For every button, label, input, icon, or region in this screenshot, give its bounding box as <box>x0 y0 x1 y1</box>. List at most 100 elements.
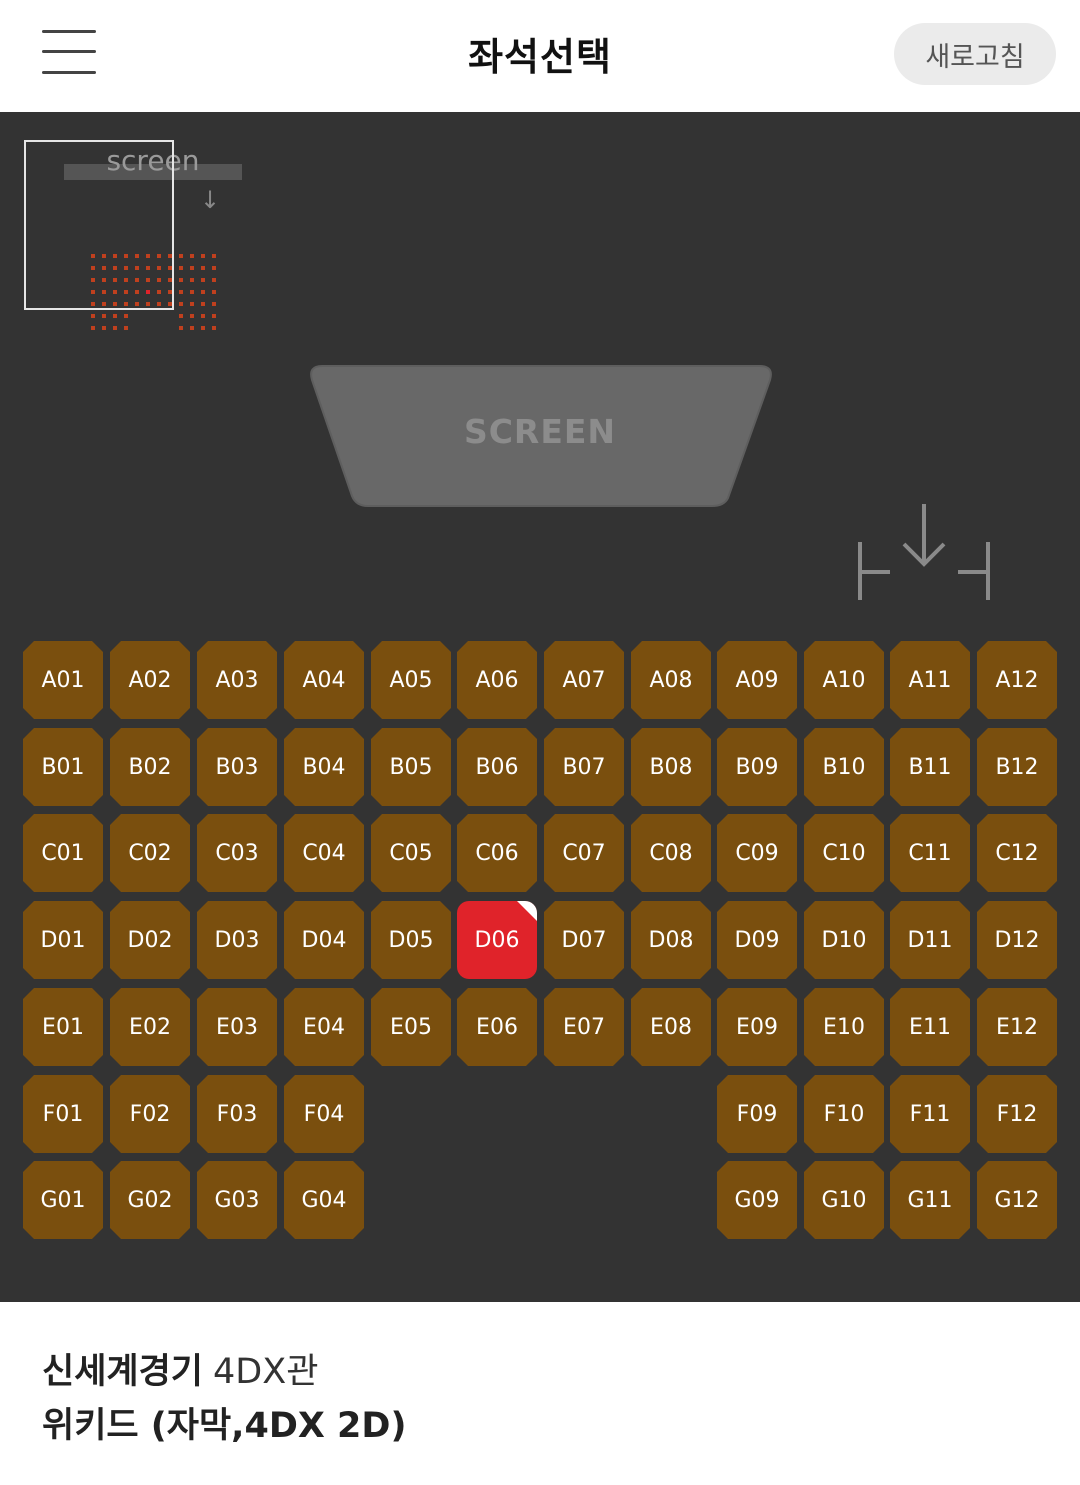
seat-d06[interactable]: D06 <box>457 901 537 979</box>
seat-a07[interactable]: A07 <box>544 641 624 719</box>
seat-a05[interactable]: A05 <box>371 641 451 719</box>
seat-b09[interactable]: B09 <box>717 728 797 806</box>
minimap-seat-dot <box>124 314 128 318</box>
seat-d08[interactable]: D08 <box>631 901 711 979</box>
seat-d11[interactable]: D11 <box>890 901 970 979</box>
minimap-seat-dot <box>201 326 205 330</box>
seat-f03[interactable]: F03 <box>197 1075 277 1153</box>
seat-e05[interactable]: E05 <box>371 988 451 1066</box>
seat-f04[interactable]: F04 <box>284 1075 364 1153</box>
minimap-seat-dot <box>201 266 205 270</box>
refresh-button[interactable]: 새로고침 <box>894 23 1056 85</box>
seat-a06[interactable]: A06 <box>457 641 537 719</box>
seat-g01[interactable]: G01 <box>23 1161 103 1239</box>
screen-label: SCREEN <box>463 412 617 451</box>
seat-d07[interactable]: D07 <box>544 901 624 979</box>
top-bar: 좌석선택 새로고침 <box>0 0 1080 112</box>
seat-g10[interactable]: G10 <box>804 1161 884 1239</box>
seat-e10[interactable]: E10 <box>804 988 884 1066</box>
seat-d12[interactable]: D12 <box>977 901 1057 979</box>
seat-c09[interactable]: C09 <box>717 814 797 892</box>
seat-b04[interactable]: B04 <box>284 728 364 806</box>
minimap-seat-dot <box>179 326 183 330</box>
seat-d03[interactable]: D03 <box>197 901 277 979</box>
movie-title: 위키드 (자막,4DX 2D) <box>42 1406 407 1446</box>
seat-e11[interactable]: E11 <box>890 988 970 1066</box>
seat-a02[interactable]: A02 <box>110 641 190 719</box>
minimap-seat-dot <box>212 266 216 270</box>
minimap-seat-dot <box>124 326 128 330</box>
seat-e12[interactable]: E12 <box>977 988 1057 1066</box>
seat-d05[interactable]: D05 <box>371 901 451 979</box>
seat-g11[interactable]: G11 <box>890 1161 970 1239</box>
seat-a03[interactable]: A03 <box>197 641 277 719</box>
seat-map[interactable]: screen ↓ SCREEN A01 A02 A03 A04 A05 A06 A07 A08… <box>0 112 1080 1302</box>
seat-b01[interactable]: B01 <box>23 728 103 806</box>
seat-c05[interactable]: C05 <box>371 814 451 892</box>
seat-g04[interactable]: G04 <box>284 1161 364 1239</box>
minimap-seat-dot <box>212 302 216 306</box>
seat-e06[interactable]: E06 <box>457 988 537 1066</box>
seat-e02[interactable]: E02 <box>110 988 190 1066</box>
seat-d10[interactable]: D10 <box>804 901 884 979</box>
seat-a09[interactable]: A09 <box>717 641 797 719</box>
seat-f02[interactable]: F02 <box>110 1075 190 1153</box>
seat-b05[interactable]: B05 <box>371 728 451 806</box>
seat-b07[interactable]: B07 <box>544 728 624 806</box>
seat-f11[interactable]: F11 <box>890 1075 970 1153</box>
seat-e09[interactable]: E09 <box>717 988 797 1066</box>
seat-g12[interactable]: G12 <box>977 1161 1057 1239</box>
seat-f01[interactable]: F01 <box>23 1075 103 1153</box>
seat-c06[interactable]: C06 <box>457 814 537 892</box>
seat-c11[interactable]: C11 <box>890 814 970 892</box>
seat-e08[interactable]: E08 <box>631 988 711 1066</box>
seat-c03[interactable]: C03 <box>197 814 277 892</box>
seat-a01[interactable]: A01 <box>23 641 103 719</box>
seat-d01[interactable]: D01 <box>23 901 103 979</box>
seat-a11[interactable]: A11 <box>890 641 970 719</box>
seat-f12[interactable]: F12 <box>977 1075 1057 1153</box>
seat-d04[interactable]: D04 <box>284 901 364 979</box>
seat-d09[interactable]: D09 <box>717 901 797 979</box>
minimap-seat-dot <box>190 314 194 318</box>
seat-b12[interactable]: B12 <box>977 728 1057 806</box>
seat-b10[interactable]: B10 <box>804 728 884 806</box>
minimap-seat-dot <box>190 278 194 282</box>
seat-e04[interactable]: E04 <box>284 988 364 1066</box>
seat-minimap[interactable]: screen ↓ <box>0 112 260 342</box>
seat-c07[interactable]: C07 <box>544 814 624 892</box>
seat-a10[interactable]: A10 <box>804 641 884 719</box>
minimap-seat-dot <box>179 302 183 306</box>
seat-g02[interactable]: G02 <box>110 1161 190 1239</box>
seat-b06[interactable]: B06 <box>457 728 537 806</box>
seat-e07[interactable]: E07 <box>544 988 624 1066</box>
minimap-seat-dot <box>113 326 117 330</box>
seat-c04[interactable]: C04 <box>284 814 364 892</box>
seat-b02[interactable]: B02 <box>110 728 190 806</box>
minimap-seat-dot <box>113 314 117 318</box>
seat-c02[interactable]: C02 <box>110 814 190 892</box>
seat-d02[interactable]: D02 <box>110 901 190 979</box>
seat-c10[interactable]: C10 <box>804 814 884 892</box>
minimap-seat-dot <box>190 254 194 258</box>
minimap-seat-dot <box>201 290 205 294</box>
minimap-viewport-frame[interactable] <box>24 140 174 310</box>
seat-b11[interactable]: B11 <box>890 728 970 806</box>
seat-f09[interactable]: F09 <box>717 1075 797 1153</box>
seat-a04[interactable]: A04 <box>284 641 364 719</box>
seat-b03[interactable]: B03 <box>197 728 277 806</box>
seat-e01[interactable]: E01 <box>23 988 103 1066</box>
seat-c08[interactable]: C08 <box>631 814 711 892</box>
seat-a08[interactable]: A08 <box>631 641 711 719</box>
seat-b08[interactable]: B08 <box>631 728 711 806</box>
seat-g03[interactable]: G03 <box>197 1161 277 1239</box>
minimap-seat-dot <box>91 314 95 318</box>
seat-e03[interactable]: E03 <box>197 988 277 1066</box>
seat-c01[interactable]: C01 <box>23 814 103 892</box>
seat-c12[interactable]: C12 <box>977 814 1057 892</box>
seat-a12[interactable]: A12 <box>977 641 1057 719</box>
minimap-seat-dot <box>201 278 205 282</box>
seat-f10[interactable]: F10 <box>804 1075 884 1153</box>
seat-g09[interactable]: G09 <box>717 1161 797 1239</box>
minimap-seat-dot <box>212 290 216 294</box>
